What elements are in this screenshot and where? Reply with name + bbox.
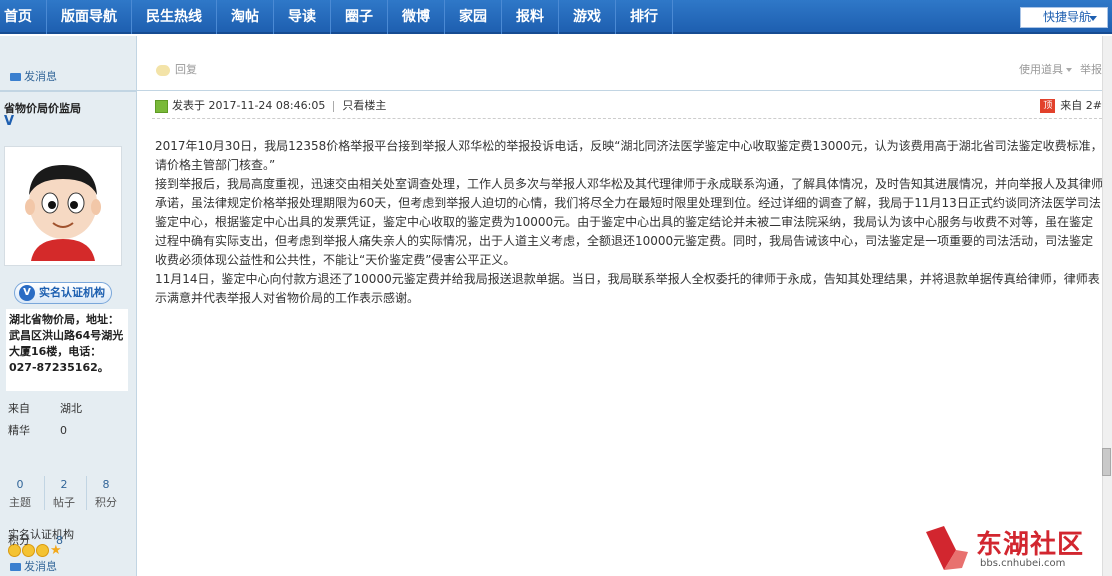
prev-post-footer: 回复 使用道具 举报 xyxy=(138,36,1112,91)
page-scrollbar[interactable] xyxy=(1102,36,1112,576)
verified-org-badge[interactable]: V 实名认证机构 xyxy=(14,282,112,304)
floor-tag-icon: 顶 xyxy=(1040,99,1056,113)
verified-icon: V xyxy=(19,285,35,301)
nav-item[interactable]: 排行 xyxy=(616,0,673,34)
nav-item[interactable]: 淘帖 xyxy=(217,0,274,34)
post-paragraph: 2017年10月30日，我局12358价格举报平台接到举报人邓华松的举报投诉电话… xyxy=(155,139,1103,172)
quick-nav-button[interactable]: 快捷导航 xyxy=(1020,7,1108,28)
nav-item[interactable]: 版面导航 xyxy=(47,0,132,34)
nav-item[interactable]: 首页 xyxy=(0,0,47,34)
from-label: 来自 xyxy=(8,402,30,415)
prev-send-message-link[interactable]: 发消息 xyxy=(10,68,57,84)
send-message-link[interactable]: 发消息 xyxy=(10,558,57,574)
mail-icon xyxy=(10,563,21,571)
stat-points-num: 8 xyxy=(102,478,110,491)
jinghua-row: 精华 0 xyxy=(8,422,67,438)
stat-topics[interactable]: 0 主题 xyxy=(0,478,40,510)
chevron-down-icon xyxy=(1089,16,1097,21)
online-status-icon xyxy=(155,99,168,113)
reply-label: 回复 xyxy=(175,63,197,76)
avatar-image xyxy=(25,165,101,261)
post-paragraph: 11月14日，鉴定中心向付款方退还了10000元鉴定费并给我局报送退款单据。当日… xyxy=(155,272,1100,305)
nav-item[interactable]: 家园 xyxy=(445,0,502,34)
post-content: 2017年10月30日，我局12358价格举报平台接到举报人邓华松的举报投诉电话… xyxy=(155,137,1105,308)
forum-page: 首页 版面导航 民生热线 淘帖 导读 圈子 微博 家园 报料 游戏 排行 快捷导航 发消息 省物价局… xyxy=(0,0,1112,576)
nav-items: 首页 版面导航 民生热线 淘帖 导读 圈子 微博 家园 报料 游戏 排行 xyxy=(0,0,673,34)
reply-bubble-icon xyxy=(156,64,170,76)
username[interactable]: 省物价局价监局 xyxy=(4,100,81,116)
verified-v-icon: V xyxy=(4,114,15,129)
verified-org-label: 实名认证机构 xyxy=(39,286,105,299)
only-author-link[interactable]: 只看楼主 xyxy=(342,99,386,112)
watermark-url: bbs.cnhubei.com xyxy=(980,558,1066,569)
mail-icon xyxy=(10,73,21,81)
post-header-divider xyxy=(152,118,1102,119)
stat-posts[interactable]: 2 帖子 xyxy=(44,478,84,510)
report-link[interactable]: 举报 xyxy=(1080,63,1102,76)
nav-item[interactable]: 民生热线 xyxy=(132,0,217,34)
nav-item[interactable]: 导读 xyxy=(274,0,331,34)
post-time: 发表于 2017-11-24 08:46:05 xyxy=(172,99,326,112)
post-meta: 发表于 2017-11-24 08:46:05 只看楼主 xyxy=(155,97,386,113)
stat-topics-num: 0 xyxy=(16,478,24,491)
points-value: 8 xyxy=(56,534,63,547)
stat-posts-num: 2 xyxy=(60,478,68,491)
top-nav: 首页 版面导航 民生热线 淘帖 导读 圈子 微博 家园 报料 游戏 排行 快捷导航 xyxy=(0,0,1112,34)
prev-send-message-label: 发消息 xyxy=(24,70,57,83)
from-row: 来自 湖北 xyxy=(8,400,82,416)
scrollbar-thumb[interactable] xyxy=(1102,448,1111,476)
nav-item[interactable]: 报料 xyxy=(502,0,559,34)
reply-link[interactable]: 回复 xyxy=(156,61,197,77)
post-divider xyxy=(0,90,1112,91)
points-label: 积分 xyxy=(8,534,30,547)
jinghua-value: 0 xyxy=(60,424,67,437)
nav-item[interactable]: 微博 xyxy=(388,0,445,34)
nav-item[interactable]: 游戏 xyxy=(559,0,616,34)
user-sidebar: 发消息 省物价局价监局 V V 实名认证机构 湖北省物价局，地址：武昌区洪山路6… xyxy=(0,36,137,576)
send-message-label: 发消息 xyxy=(24,560,57,573)
nav-item[interactable]: 圈子 xyxy=(331,0,388,34)
stat-topics-label: 主题 xyxy=(9,496,31,509)
jinghua-label: 精华 xyxy=(8,424,30,437)
floor-number[interactable]: 来自 2# xyxy=(1060,99,1102,112)
post-tools: 使用道具 举报 xyxy=(1019,61,1102,77)
site-logo-icon xyxy=(926,526,968,570)
use-item-link[interactable]: 使用道具 xyxy=(1019,63,1063,76)
meta-separator xyxy=(333,100,335,112)
user-signature: 湖北省物价局，地址：武昌区洪山路64号湖光大厦16楼，电话：027-872351… xyxy=(6,309,128,391)
stat-points-label: 积分 xyxy=(95,496,117,509)
site-watermark: 东湖社区 bbs.cnhubei.com xyxy=(922,522,1102,574)
chevron-down-icon xyxy=(1066,68,1072,72)
post-paragraph: 接到举报后，我局高度重视，迅速交由相关处室调查处理，工作人员多次与举报人邓华松及… xyxy=(155,177,1104,267)
floor-info: 顶来自 2# xyxy=(1040,97,1102,113)
from-value: 湖北 xyxy=(60,402,82,415)
stat-posts-label: 帖子 xyxy=(53,496,75,509)
avatar[interactable] xyxy=(4,146,122,266)
quick-nav-label: 快捷导航 xyxy=(1043,10,1092,24)
sidebar-divider xyxy=(0,91,137,92)
watermark-name: 东湖社区 xyxy=(976,530,1085,560)
stat-points[interactable]: 8 积分 xyxy=(86,478,126,510)
points-row: 积分 8 xyxy=(8,532,63,548)
